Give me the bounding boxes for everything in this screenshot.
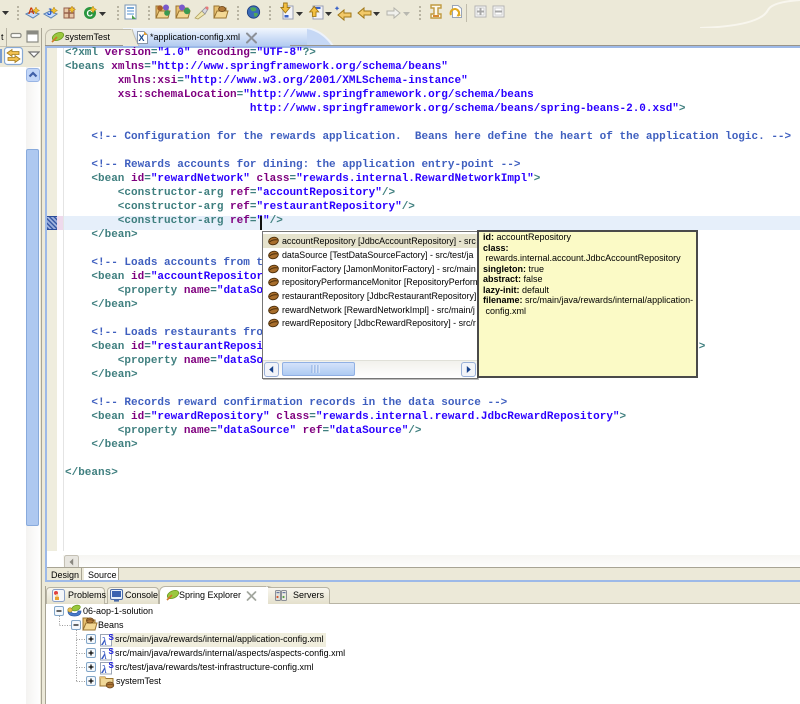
- svg-text:S: S: [109, 661, 115, 670]
- svg-text:S: S: [109, 647, 115, 656]
- svg-text:S: S: [109, 633, 115, 642]
- svg-text:J: J: [47, 7, 52, 17]
- svg-text:X: X: [139, 33, 145, 43]
